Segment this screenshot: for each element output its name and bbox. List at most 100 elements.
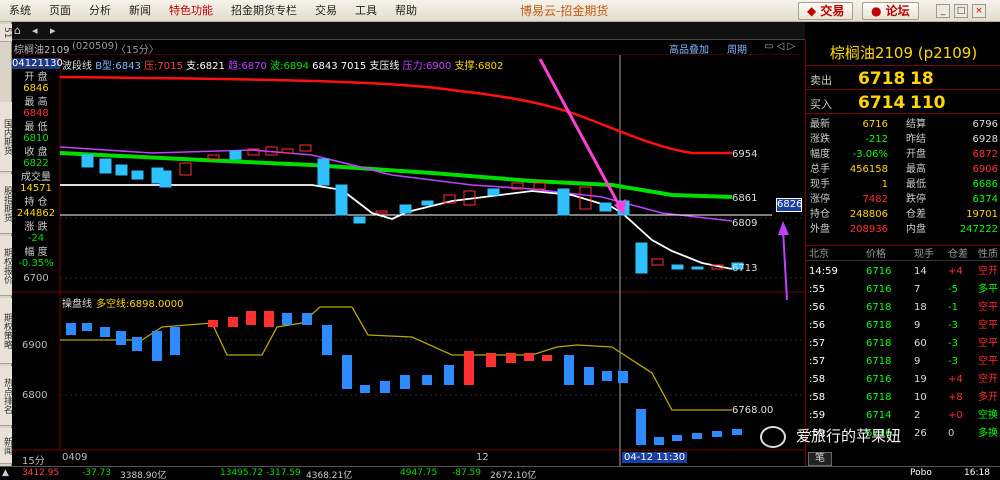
candle-sub-17 [400,375,410,389]
tick-5-oi: -3 [948,356,958,367]
sub-candles [66,311,742,445]
close-button[interactable]: × [972,4,986,18]
restore-button[interactable]: □ [954,4,968,18]
menu-page[interactable]: 页面 [40,0,80,22]
left-tab-options-strategy[interactable]: 期权策略 [0,298,12,364]
toolbar: ⌂ ◂ ▸ [0,22,805,40]
left-tab-hot-rank[interactable]: 热点排名 [0,366,12,426]
forum-button[interactable]: ● 论坛 [862,2,919,20]
forward-icon[interactable]: ▸ [50,24,56,37]
menu-help[interactable]: 帮助 [386,0,426,22]
candle-main-6 [179,162,192,176]
candle-main-1 [99,158,112,174]
indicator-pressure2: 压力:6900 [402,61,452,72]
tick-0-price: 6716 [866,266,892,277]
candle-sub-28 [618,371,628,383]
stat-7-value: 208936 [849,224,888,235]
indicator-name: 波段线 [62,61,92,72]
tick-5-price: 6718 [866,356,892,367]
stat-3-value: 456158 [849,164,888,175]
kline-chart[interactable] [12,55,805,466]
info-volume-label: 成交量 [21,172,51,183]
ticker-icon[interactable]: ▲ [2,468,9,478]
candle-main-24 [557,188,570,216]
info-close-label: 收 盘 [24,147,48,158]
tick-4-type: 空平 [978,338,998,349]
left-tab-domestic-futures[interactable]: 国内期货 [0,102,12,172]
candle-main-5 [159,170,172,188]
y-label-6800: 6800 [22,390,48,401]
menu-trade[interactable]: 交易 [306,0,346,22]
candle-sub-33 [712,431,722,437]
tick-0-time: 14:59 [809,266,838,277]
minimize-button[interactable]: _ [936,4,950,18]
tick-5-type: 空平 [978,356,998,367]
tick-1-price: 6716 [866,284,892,295]
menu-analysis[interactable]: 分析 [80,0,120,22]
left-tab-news[interactable]: 新闻 [0,428,12,464]
left-tab-index-futures[interactable]: 股指期货 [0,174,12,234]
home-icon[interactable]: ⌂ [14,24,21,37]
stat-2-label2: 开盘 [906,149,926,160]
candle-sub-30 [654,437,664,445]
stat-1-value2: 6928 [972,134,998,145]
candle-main-16 [375,210,388,214]
quote-title: 棕榈油2109 (p2109) [806,40,1000,66]
candle-main-13 [317,158,330,186]
info-close: 6822 [23,158,49,169]
stat-0-value: 6716 [862,119,888,130]
info-time: 04121130 [12,58,63,69]
stat-3-value2: 6906 [972,164,998,175]
menu-column[interactable]: 招金期货专栏 [222,0,306,22]
candle-sub-6 [170,327,180,355]
tab-trades[interactable]: 笔 [808,452,832,466]
stat-1-label2: 昨结 [906,134,926,145]
candle-sub-7 [208,320,218,327]
watermark: 爱旅行的苹果妞 [760,422,1000,452]
stat-6-label: 持仓 [810,209,830,220]
candle-sub-19 [444,365,454,385]
bar-info-panel: 04121130 开 盘 6846 最 高 6848 最 低 6810 收 盘 … [12,55,63,284]
tick-0-type: 空开 [978,266,998,277]
candle-sub-16 [380,381,390,393]
stat-4-label: 现手 [810,179,830,190]
ticker-1-change: -37.73 [82,468,112,478]
stat-2-value2: 6872 [972,149,998,160]
left-tab-51[interactable]: 51 [0,24,12,42]
buy-price[interactable]: 6714 [858,93,905,113]
tick-header-time: 北京 [809,249,829,260]
info-oi: 244862 [16,208,56,219]
clock-time: 16:18 [964,468,990,478]
pressure-line [59,75,732,155]
zoom-controls-icon[interactable]: ▭ ◁ ▷ [764,41,795,52]
tick-6-vol: 19 [914,374,927,385]
ticker-3-change: -87.59 [452,468,482,478]
period-button[interactable]: 周期 [727,41,747,56]
info-pct: -0.35% [18,258,54,269]
candle-sub-1 [82,323,92,331]
tick-4-vol: 60 [914,338,927,349]
tick-6-type: 空开 [978,374,998,385]
left-tab-bar: 51 国内期货 股指期货 期权报价 期权策略 热点排名 新闻 [0,22,12,466]
candle-main-8 [229,150,242,160]
back-icon[interactable]: ◂ [32,24,38,37]
stat-0-value2: 6796 [972,119,998,130]
stat-2-value: -3.06% [852,149,888,160]
menu-system[interactable]: 系统 [0,0,40,22]
menu-news[interactable]: 新闻 [120,0,160,22]
sell-price[interactable]: 6718 [858,69,905,89]
trade-button[interactable]: ◆ 交易 [798,2,854,20]
price-label-6768: 6768.00 [732,405,774,416]
ticker-2-amount: 4368.21亿 [306,471,353,480]
candle-main-18 [421,200,434,206]
overlay-button[interactable]: 高品叠加 [669,41,709,56]
menu-tools[interactable]: 工具 [346,0,386,22]
candle-sub-5 [152,331,162,361]
candle-sub-8 [228,317,238,327]
tick-3-type: 空平 [978,320,998,331]
menu-special[interactable]: 特色功能 [160,0,222,22]
ticker-2-change: -317.59 [266,468,301,478]
stat-0-label2: 结算 [906,119,926,130]
left-tab-options-quote[interactable]: 期权报价 [0,236,12,296]
forum-button-label: 论坛 [885,4,910,18]
